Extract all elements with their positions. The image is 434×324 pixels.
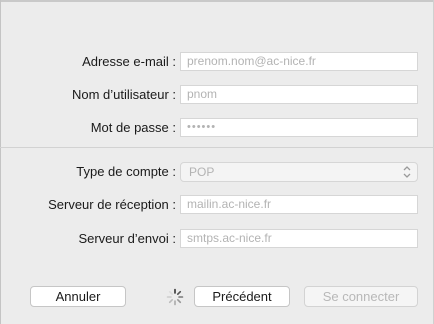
email-row: Adresse e-mail : prenom.nom@ac-nice.fr — [0, 52, 434, 74]
email-field[interactable]: prenom.nom@ac-nice.fr — [180, 52, 418, 71]
connect-button[interactable]: Se connecter — [304, 286, 418, 307]
password-row: Mot de passe : •••••• — [0, 118, 434, 140]
account-type-row: Type de compte : POP — [0, 162, 434, 184]
cancel-button[interactable]: Annuler — [30, 286, 126, 307]
previous-button[interactable]: Précédent — [194, 286, 290, 307]
account-type-label: Type de compte : — [76, 164, 176, 179]
username-row: Nom d’utilisateur : pnom — [0, 85, 434, 107]
email-label: Adresse e-mail : — [82, 54, 176, 69]
outgoing-server-row: Serveur d’envoi : smtps.ac-nice.fr — [0, 229, 434, 251]
window-top-edge — [0, 0, 434, 2]
password-label: Mot de passe : — [90, 120, 176, 135]
outgoing-server-field[interactable]: smtps.ac-nice.fr — [180, 229, 418, 248]
up-down-chevron-icon — [403, 166, 411, 178]
account-type-select[interactable]: POP — [180, 162, 418, 182]
incoming-server-row: Serveur de réception : mailin.ac-nice.fr — [0, 195, 434, 217]
password-field[interactable]: •••••• — [180, 118, 418, 137]
section-divider — [0, 147, 434, 148]
incoming-server-label: Serveur de réception : — [48, 197, 176, 212]
loading-spinner-icon — [166, 288, 184, 306]
username-label: Nom d’utilisateur : — [71, 87, 176, 102]
username-field[interactable]: pnom — [180, 85, 418, 104]
account-type-value: POP — [189, 165, 215, 179]
outgoing-server-label: Serveur d’envoi : — [78, 231, 176, 246]
incoming-server-field[interactable]: mailin.ac-nice.fr — [180, 195, 418, 214]
